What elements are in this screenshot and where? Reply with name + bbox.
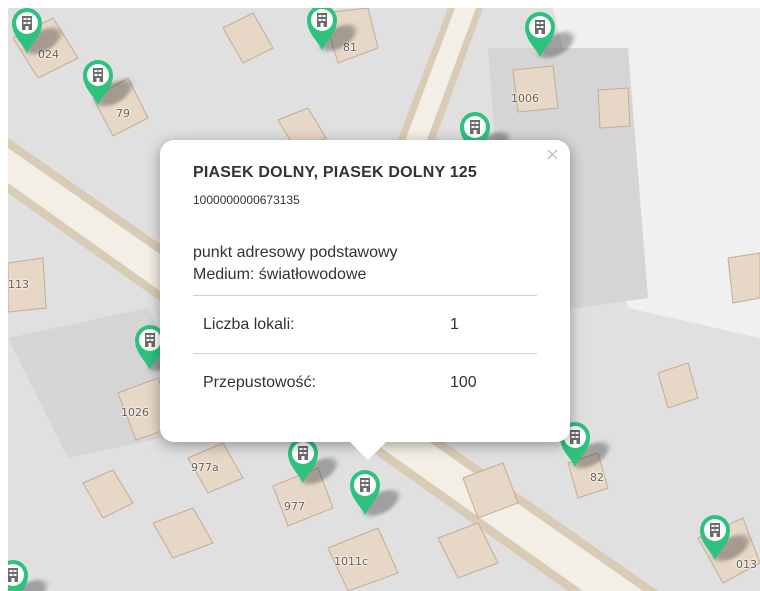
map-marker[interactable] <box>523 10 581 58</box>
popup-title: PIASEK DOLNY, PIASEK DOLNY 125 <box>193 164 477 181</box>
popup-address-id: 1000000000673135 <box>193 193 300 207</box>
apartment-building-icon <box>307 8 337 50</box>
row-value: 1 <box>449 295 537 354</box>
map-label: 013 <box>736 558 757 571</box>
table-row: Liczba lokali: 1 <box>193 295 537 354</box>
map-marker[interactable] <box>348 468 406 516</box>
map-label: 977a <box>191 461 219 474</box>
map-label: 79 <box>116 107 130 120</box>
map-label: 977 <box>284 500 305 513</box>
popup-details-table: Liczba lokali: 1 Przepustowość: 100 <box>193 295 537 411</box>
table-row: Przepustowość: 100 <box>193 353 537 411</box>
map-marker[interactable] <box>305 8 363 51</box>
map-label: 82 <box>590 471 604 484</box>
apartment-building-icon <box>350 470 380 515</box>
map-label: 1011c <box>334 555 369 568</box>
map-label: 1026 <box>121 406 149 419</box>
apartment-building-icon <box>8 560 28 591</box>
row-key: Liczba lokali: <box>193 295 449 354</box>
map-marker[interactable] <box>81 58 139 106</box>
row-value: 100 <box>449 353 537 411</box>
map-marker[interactable] <box>10 8 68 54</box>
map-label: 113 <box>8 278 29 291</box>
row-key: Przepustowość: <box>193 353 449 411</box>
close-icon[interactable]: × <box>545 146 560 164</box>
map-marker[interactable] <box>8 558 54 591</box>
popup-medium: Medium: światłowodowe <box>193 266 367 283</box>
map-marker[interactable] <box>286 436 344 484</box>
map-marker[interactable] <box>698 513 756 561</box>
apartment-building-icon <box>288 438 318 483</box>
apartment-building-icon <box>700 515 730 560</box>
address-popup: × PIASEK DOLNY, PIASEK DOLNY 125 1000000… <box>160 140 570 460</box>
map-label: 1006 <box>511 92 539 105</box>
popup-address-type: punkt adresowy podstawowy <box>193 244 398 261</box>
apartment-building-icon <box>12 8 42 53</box>
apartment-building-icon <box>83 60 113 105</box>
apartment-building-icon <box>525 12 555 57</box>
